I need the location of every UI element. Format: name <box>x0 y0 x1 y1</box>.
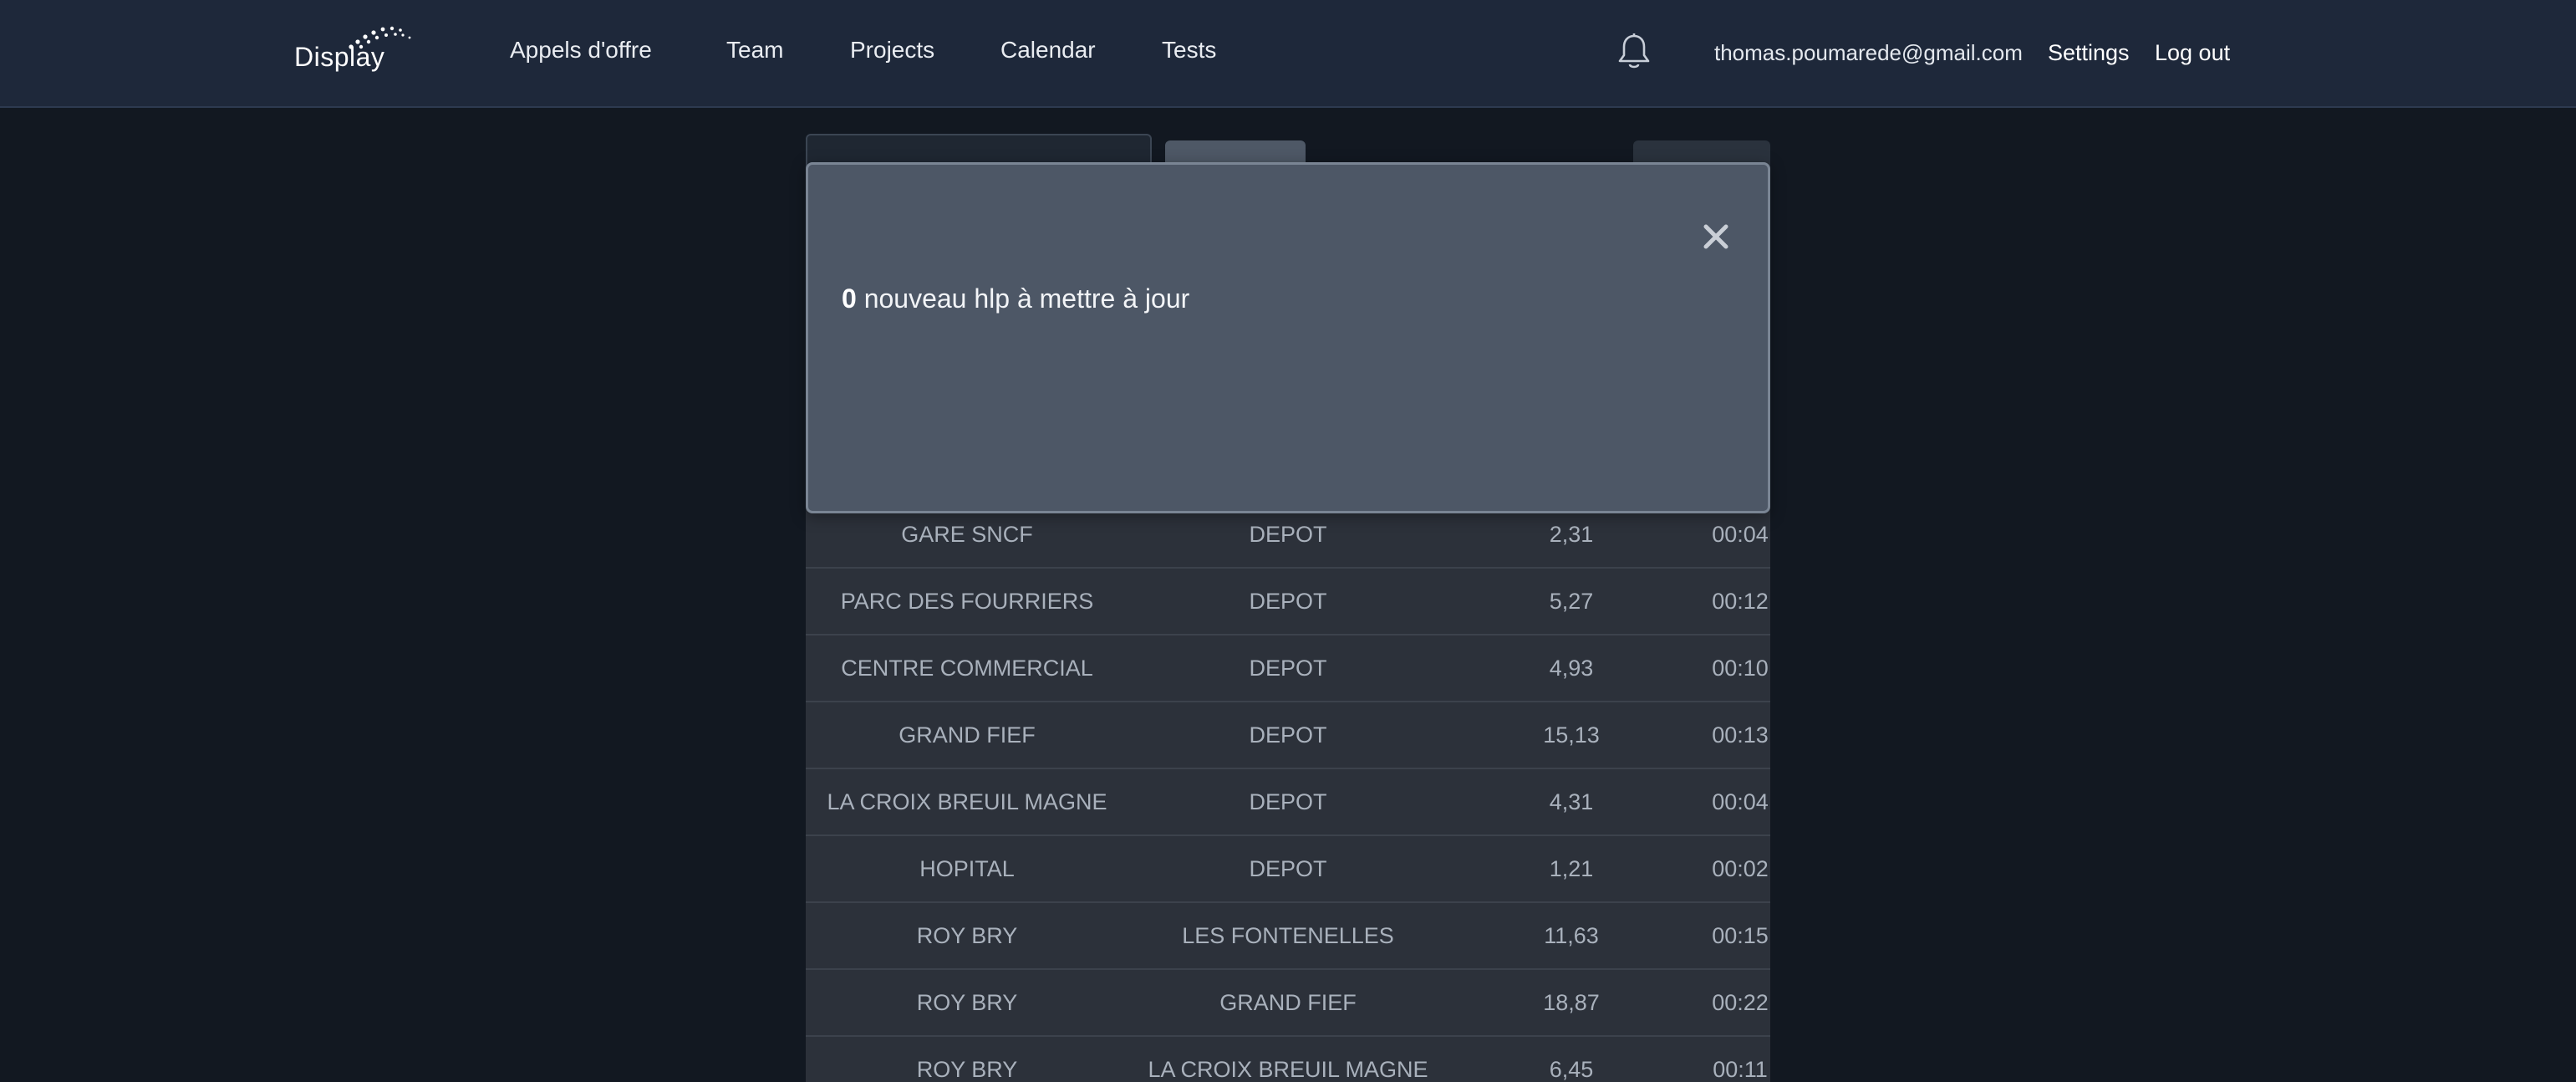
notification-bell-icon[interactable] <box>1616 32 1652 76</box>
table-row: CENTRE COMMERCIAL DEPOT 4,93 00:10 <box>806 635 1770 702</box>
cell-origin: PARC DES FOURRIERS <box>840 589 1094 614</box>
nav-link-team[interactable]: Team <box>726 37 783 64</box>
nav-link-tests[interactable]: Tests <box>1162 37 1216 64</box>
modal-message-text: nouveau hlp à mettre à jour <box>863 283 1190 314</box>
cell-origin: HOPITAL <box>919 856 1015 881</box>
cell-duration: 00:02 <box>1712 856 1769 881</box>
table-row: ROY BRY LA CROIX BREUIL MAGNE 6,45 00:11 <box>806 1037 1770 1082</box>
cell-destination: DEPOT <box>1249 789 1327 814</box>
cell-duration: 00:22 <box>1712 990 1769 1015</box>
modal-message: 0 nouveau hlp à mettre à jour <box>842 283 1189 314</box>
cell-destination: LA CROIX BREUIL MAGNE <box>1148 1057 1428 1082</box>
table-row: ROY BRY LES FONTENELLES 11,63 00:15 <box>806 903 1770 970</box>
logo-dots-icon <box>349 26 411 49</box>
top-navbar: Display Appels d'offre Team Projects Cal… <box>0 0 2576 108</box>
table-row: GRAND FIEF DEPOT 15,13 00:13 <box>806 702 1770 769</box>
cell-duration: 00:10 <box>1712 656 1769 681</box>
cell-duration: 00:15 <box>1712 923 1769 948</box>
settings-link[interactable]: Settings <box>2048 40 2130 66</box>
cell-destination: DEPOT <box>1249 722 1327 748</box>
cell-destination: GRAND FIEF <box>1219 990 1357 1015</box>
cell-destination: DEPOT <box>1249 589 1327 614</box>
cell-origin: GRAND FIEF <box>899 722 1036 748</box>
table-row: LA CROIX BREUIL MAGNE DEPOT 4,31 00:04 <box>806 769 1770 836</box>
cell-origin: ROY BRY <box>916 990 1018 1015</box>
close-icon[interactable] <box>1699 220 1733 253</box>
cell-destination: DEPOT <box>1249 656 1327 681</box>
nav-link-projects[interactable]: Projects <box>850 37 934 64</box>
logout-link[interactable]: Log out <box>2155 40 2230 66</box>
cell-destination: DEPOT <box>1249 856 1327 881</box>
cell-duration: 00:12 <box>1712 589 1769 614</box>
cell-origin: LA CROIX BREUIL MAGNE <box>827 789 1107 814</box>
cell-duration: 00:04 <box>1712 789 1769 814</box>
modal-count: 0 <box>842 283 857 314</box>
cell-destination: LES FONTENELLES <box>1182 923 1394 948</box>
hlp-table: GARE SNCF DEPOT 2,31 00:04 PARC DES FOUR… <box>806 502 1770 1082</box>
nav-link-calendar[interactable]: Calendar <box>1000 37 1096 64</box>
table-row: ROY BRY GRAND FIEF 18,87 00:22 <box>806 970 1770 1037</box>
user-email: thomas.poumarede@gmail.com <box>1714 40 2023 65</box>
cell-origin: ROY BRY <box>916 923 1018 948</box>
hlp-update-modal: 0 nouveau hlp à mettre à jour <box>806 162 1770 513</box>
cell-duration: 00:11 <box>1713 1057 1768 1082</box>
table-row: PARC DES FOURRIERS DEPOT 5,27 00:12 <box>806 569 1770 635</box>
cell-origin: ROY BRY <box>916 1057 1018 1082</box>
table-row: HOPITAL DEPOT 1,21 00:02 <box>806 836 1770 903</box>
cell-origin: CENTRE COMMERCIAL <box>841 656 1093 681</box>
brand-logo[interactable]: Display <box>294 25 420 75</box>
nav-link-appels-offre[interactable]: Appels d'offre <box>510 37 652 64</box>
cell-duration: 00:13 <box>1712 722 1769 748</box>
